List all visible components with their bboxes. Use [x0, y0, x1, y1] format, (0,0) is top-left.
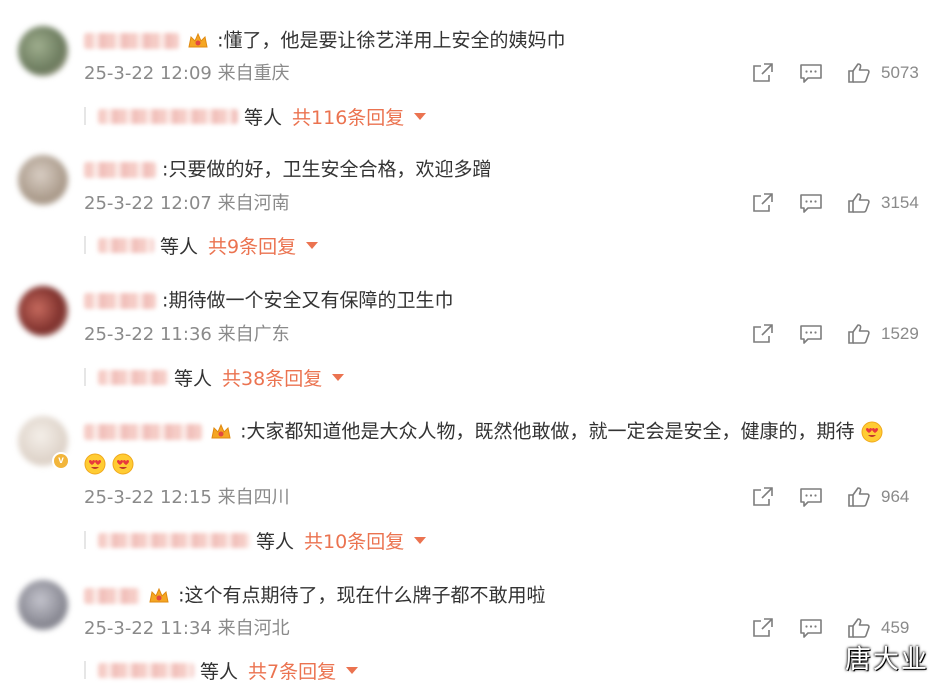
username[interactable] — [84, 292, 156, 309]
heart-eyes-emoji — [861, 421, 883, 442]
username[interactable] — [84, 161, 156, 178]
comment-icon[interactable] — [799, 191, 823, 215]
caret-down-icon[interactable] — [346, 666, 359, 674]
reply-usernames — [98, 662, 194, 678]
reply-usernames — [98, 369, 168, 385]
comment-text: :大家都知道他是大众人物，既然他敢做，就一定会是安全，健康的，期待 — [240, 420, 855, 443]
verified-badge-icon: v — [52, 452, 70, 470]
reply-deng: 等人 — [200, 660, 239, 683]
comment-meta: 25-3-22 11:34 来自河北 — [84, 618, 290, 639]
share-icon[interactable] — [751, 616, 775, 640]
reply-count-link[interactable]: 共10条回复 — [304, 527, 404, 554]
comment-meta: 25-3-22 11:36 来自广东 — [84, 324, 290, 345]
avatar[interactable] — [18, 286, 68, 336]
comment-icon[interactable] — [799, 485, 823, 509]
share-icon[interactable] — [751, 485, 775, 509]
like-count: 459 — [881, 618, 910, 637]
like-count: 3154 — [881, 193, 919, 212]
comment-meta: 25-3-22 12:15 来自四川 — [84, 487, 290, 508]
caret-down-icon[interactable] — [414, 112, 427, 120]
comment-icon[interactable] — [799, 61, 823, 85]
caret-down-icon[interactable] — [306, 241, 319, 249]
avatar[interactable] — [18, 155, 68, 205]
reply-count-link[interactable]: 共9条回复 — [208, 232, 296, 259]
reply-divider — [84, 236, 86, 254]
reply-divider — [84, 531, 86, 549]
comment-meta: 25-3-22 12:07 来自河南 — [84, 193, 290, 214]
thumbs-up-icon[interactable] — [847, 191, 871, 215]
heart-eyes-emoji — [112, 453, 134, 475]
reply-deng: 等人 — [174, 367, 213, 390]
thumbs-up-icon[interactable] — [847, 485, 871, 509]
share-icon[interactable] — [751, 322, 775, 346]
crown-badge-icon — [211, 423, 231, 438]
comment-text: :期待做一个安全又有保障的卫生巾 — [162, 289, 454, 312]
share-icon[interactable] — [751, 61, 775, 85]
heart-eyes-emoji — [84, 453, 106, 475]
crown-badge-icon — [149, 587, 169, 602]
reply-deng: 等人 — [160, 235, 199, 258]
like-count: 964 — [881, 487, 910, 506]
reply-divider — [84, 661, 86, 679]
like-count: 1529 — [881, 324, 919, 343]
comment-icon[interactable] — [799, 322, 823, 346]
reply-usernames — [98, 108, 238, 124]
avatar[interactable] — [18, 580, 68, 630]
like-count: 5073 — [881, 63, 919, 82]
reply-usernames — [98, 237, 154, 253]
reply-usernames — [98, 532, 250, 548]
reply-count-link[interactable]: 共116条回复 — [292, 103, 404, 130]
reply-count-link[interactable]: 共38条回复 — [222, 364, 322, 391]
reply-divider — [84, 107, 86, 125]
caret-down-icon[interactable] — [414, 536, 427, 544]
avatar[interactable] — [18, 26, 68, 76]
reply-deng: 等人 — [256, 530, 295, 553]
watermark-text: 唐大业 — [844, 645, 929, 675]
comment-meta: 25-3-22 12:09 来自重庆 — [84, 63, 290, 84]
crown-badge-icon — [188, 32, 208, 47]
username[interactable] — [84, 423, 202, 440]
thumbs-up-icon[interactable] — [847, 616, 871, 640]
comment-icon[interactable] — [799, 616, 823, 640]
thumbs-up-icon[interactable] — [847, 322, 871, 346]
comment-text: :懂了，他是要让徐艺洋用上安全的姨妈巾 — [217, 29, 566, 52]
username[interactable] — [84, 587, 140, 604]
reply-divider — [84, 368, 86, 386]
username[interactable] — [84, 32, 179, 49]
reply-deng: 等人 — [244, 106, 283, 129]
caret-down-icon[interactable] — [332, 373, 345, 381]
share-icon[interactable] — [751, 191, 775, 215]
thumbs-up-icon[interactable] — [847, 61, 871, 85]
comment-text: :这个有点期待了，现在什么牌子都不敢用啦 — [178, 584, 546, 607]
comment-text: :只要做的好，卫生安全合格，欢迎多蹭 — [162, 158, 492, 181]
reply-count-link[interactable]: 共7条回复 — [248, 657, 336, 684]
